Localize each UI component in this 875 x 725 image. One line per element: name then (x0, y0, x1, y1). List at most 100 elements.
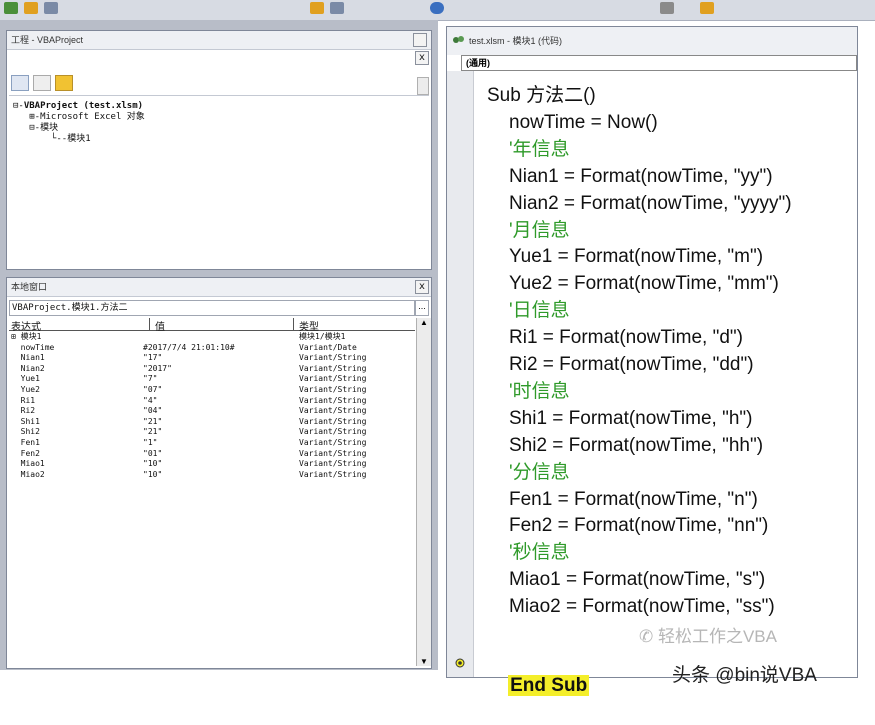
toolbar-icon[interactable] (660, 2, 674, 14)
code-line[interactable]: Shi1 = Format(nowTime, "h") (509, 406, 753, 432)
tree-item[interactable]: ⊟-VBAProject (test.xlsm) (13, 101, 143, 112)
scrollbar[interactable] (417, 77, 429, 95)
scroll-down-icon[interactable]: ▼ (419, 657, 429, 666)
locals-row[interactable]: Miao1 "10" Variant/String (9, 459, 415, 469)
code-line[interactable]: Fen1 = Format(nowTime, "n") (509, 487, 758, 513)
code-comment-line[interactable]: '年信息 (509, 137, 570, 163)
tree-item-label: 模块 (40, 123, 59, 133)
tree-expander-icon[interactable]: ⊞- (13, 112, 40, 122)
locals-cell-expr: ⊞ 模块1 (11, 332, 42, 341)
header-value[interactable]: 值 (155, 318, 165, 333)
tree-item[interactable]: └--模块1 (13, 134, 91, 145)
code-line[interactable]: Yue2 = Format(nowTime, "mm") (509, 271, 779, 297)
locals-row[interactable]: Yue2 "07" Variant/String (9, 385, 415, 395)
header-expression[interactable]: 表达式 (11, 318, 41, 333)
code-comment-line[interactable]: '日信息 (509, 298, 570, 324)
locals-cell-type: Variant/String (299, 363, 367, 373)
inner-watermark-text: 轻松工作之VBA (657, 627, 777, 646)
locals-cell-value: #2017/7/4 21:01:10# (143, 342, 235, 352)
locals-cell-value: "2017" (143, 363, 172, 373)
locals-cell-value: "21" (143, 416, 163, 426)
toolbar-icon[interactable] (310, 2, 324, 14)
locals-cell-type: Variant/String (299, 469, 367, 479)
scroll-up-icon[interactable]: ▲ (419, 318, 429, 327)
divider (9, 95, 429, 96)
locals-row[interactable]: Miao2 "10" Variant/String (9, 470, 415, 480)
locals-row[interactable]: Nian2 "2017" Variant/String (9, 364, 415, 374)
toolbar-icon[interactable] (24, 2, 38, 14)
code-line[interactable]: Nian2 = Format(nowTime, "yyyy") (509, 191, 792, 217)
object-combo[interactable]: (通用) (461, 55, 857, 71)
scrollbar[interactable]: ▲ ▼ (416, 318, 431, 666)
locals-cell-value: "04" (143, 406, 163, 416)
code-line[interactable]: nowTime = Now() (509, 110, 658, 136)
tree-item[interactable]: ⊟-模块 (13, 123, 58, 134)
locals-cell-type: Variant/String (299, 459, 367, 469)
inner-watermark: ✆ 轻松工作之VBA (639, 622, 777, 647)
toolbar-icon[interactable] (44, 2, 58, 14)
locals-row[interactable]: Fen2 "01" Variant/String (9, 449, 415, 459)
tree-expander-icon[interactable]: ⊟- (13, 101, 24, 111)
code-line[interactable]: Yue1 = Format(nowTime, "m") (509, 244, 763, 270)
locals-cell-type: Variant/Date (299, 342, 357, 352)
view-object-icon[interactable] (33, 75, 51, 91)
locals-row[interactable]: Shi1 "21" Variant/String (9, 417, 415, 427)
code-window-title: test.xlsm - 模块1 (代码) (469, 36, 563, 46)
tree-item-label: VBAProject (test.xlsm) (23, 101, 144, 111)
tree-expander-icon[interactable]: └-- (13, 134, 67, 144)
toggle-folders-icon[interactable] (55, 75, 73, 91)
call-stack-button[interactable]: ... (415, 300, 429, 316)
project-explorer-title: 工程 - VBAProject (7, 31, 431, 50)
locals-cell-value: "4" (143, 395, 158, 405)
toolbar-icon[interactable] (4, 2, 18, 14)
code-line[interactable]: Sub 方法二() (487, 83, 596, 109)
outer-watermark: 头条 @bin说VBA (672, 665, 817, 686)
locals-cell-expr: Miao1 (11, 459, 45, 469)
locals-cell-expr: Yue1 (11, 374, 40, 384)
header-type[interactable]: 类型 (299, 318, 319, 333)
restore-icon[interactable] (413, 33, 427, 47)
locals-row[interactable]: Fen1 "1" Variant/String (9, 438, 415, 448)
execution-pointer-icon (455, 655, 465, 668)
locals-row[interactable]: Yue1 "7" Variant/String (9, 374, 415, 384)
tree-item[interactable]: ⊞-Microsoft Excel 对象 (13, 112, 145, 123)
locals-row[interactable]: Shi2 "21" Variant/String (9, 427, 415, 437)
toolbar-icon[interactable] (330, 2, 344, 14)
code-line[interactable]: Shi2 = Format(nowTime, "hh") (509, 433, 763, 459)
code-line[interactable]: Fen2 = Format(nowTime, "nn") (509, 513, 768, 539)
end-sub-text: End Sub (508, 675, 590, 696)
locals-cell-type: Variant/String (299, 448, 367, 458)
locals-cell-expr: Fen1 (11, 438, 40, 447)
locals-row[interactable]: Nian1 "17" Variant/String (9, 353, 415, 363)
locals-cell-expr: Miao2 (11, 469, 45, 479)
toolbar-icon[interactable] (430, 2, 444, 14)
locals-row[interactable]: Ri1 "4" Variant/String (9, 396, 415, 406)
code-comment-line[interactable]: '秒信息 (509, 540, 570, 566)
close-icon[interactable]: x (415, 280, 429, 294)
tree-item-label: 模块1 (67, 134, 91, 144)
toolbar-icon[interactable] (700, 2, 714, 14)
code-line[interactable]: Nian1 = Format(nowTime, "yy") (509, 164, 773, 190)
locals-cell-type: Variant/String (299, 374, 367, 384)
locals-cell-value: "7" (143, 374, 158, 384)
tree-expander-icon[interactable]: ⊟- (13, 123, 40, 133)
locals-cell-type: Variant/String (299, 406, 367, 416)
divider (293, 318, 294, 330)
code-comment-line[interactable]: '月信息 (509, 218, 570, 244)
code-line[interactable]: Miao1 = Format(nowTime, "s") (509, 567, 765, 593)
locals-window-title: 本地窗口 (7, 278, 431, 297)
locals-cell-value: "07" (143, 385, 163, 394)
code-line[interactable]: Ri1 = Format(nowTime, "d") (509, 325, 743, 351)
close-icon[interactable]: x (415, 51, 429, 65)
code-comment-line[interactable]: '分信息 (509, 460, 570, 486)
locals-cell-type: Variant/String (299, 353, 367, 363)
code-line[interactable]: Miao2 = Format(nowTime, "ss") (509, 594, 775, 620)
code-line[interactable]: Ri2 = Format(nowTime, "dd") (509, 352, 754, 378)
end-sub-line[interactable]: End Sub (487, 647, 590, 725)
locals-row[interactable]: Ri2 "04" Variant/String (9, 406, 415, 416)
code-comment-line[interactable]: '时信息 (509, 379, 570, 405)
locals-row[interactable]: ⊞ 模块1 模块1/模块1 (9, 332, 415, 342)
locals-cell-value: "21" (143, 427, 163, 437)
locals-row[interactable]: nowTime #2017/7/4 21:01:10# Variant/Date (9, 343, 415, 353)
view-code-icon[interactable] (11, 75, 29, 91)
